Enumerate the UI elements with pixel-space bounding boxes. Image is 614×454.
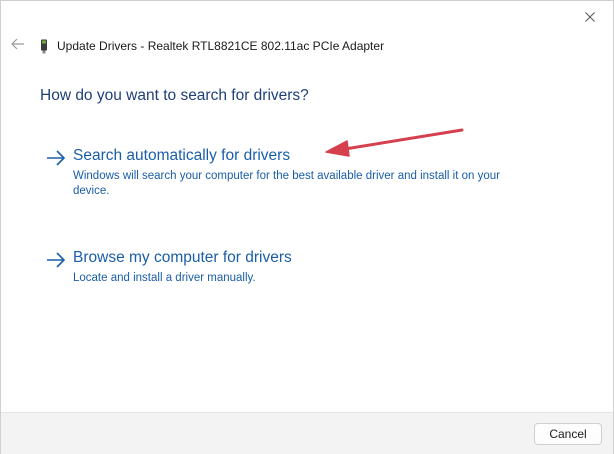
back-arrow-icon bbox=[11, 37, 25, 55]
back-button[interactable] bbox=[9, 37, 27, 55]
page-heading: How do you want to search for drivers? bbox=[40, 87, 309, 104]
close-icon bbox=[585, 12, 595, 22]
right-arrow-icon bbox=[45, 149, 67, 167]
option-title[interactable]: Search automatically for drivers bbox=[73, 147, 290, 165]
dialog-header: Update Drivers - Realtek RTL8821CE 802.1… bbox=[9, 36, 384, 56]
option-description: Locate and install a driver manually. bbox=[73, 272, 256, 284]
right-arrow-icon bbox=[45, 251, 67, 269]
network-adapter-icon bbox=[39, 38, 49, 54]
option-title[interactable]: Browse my computer for drivers bbox=[73, 249, 292, 267]
option-description: Windows will search your computer for th… bbox=[73, 170, 500, 197]
dialog-footer: Cancel bbox=[1, 412, 613, 454]
dialog-title: Update Drivers - Realtek RTL8821CE 802.1… bbox=[57, 39, 385, 53]
close-button[interactable] bbox=[577, 7, 603, 27]
cancel-button[interactable]: Cancel bbox=[534, 423, 602, 445]
update-drivers-dialog: Update Drivers - Realtek RTL8821CE 802.1… bbox=[0, 0, 614, 454]
